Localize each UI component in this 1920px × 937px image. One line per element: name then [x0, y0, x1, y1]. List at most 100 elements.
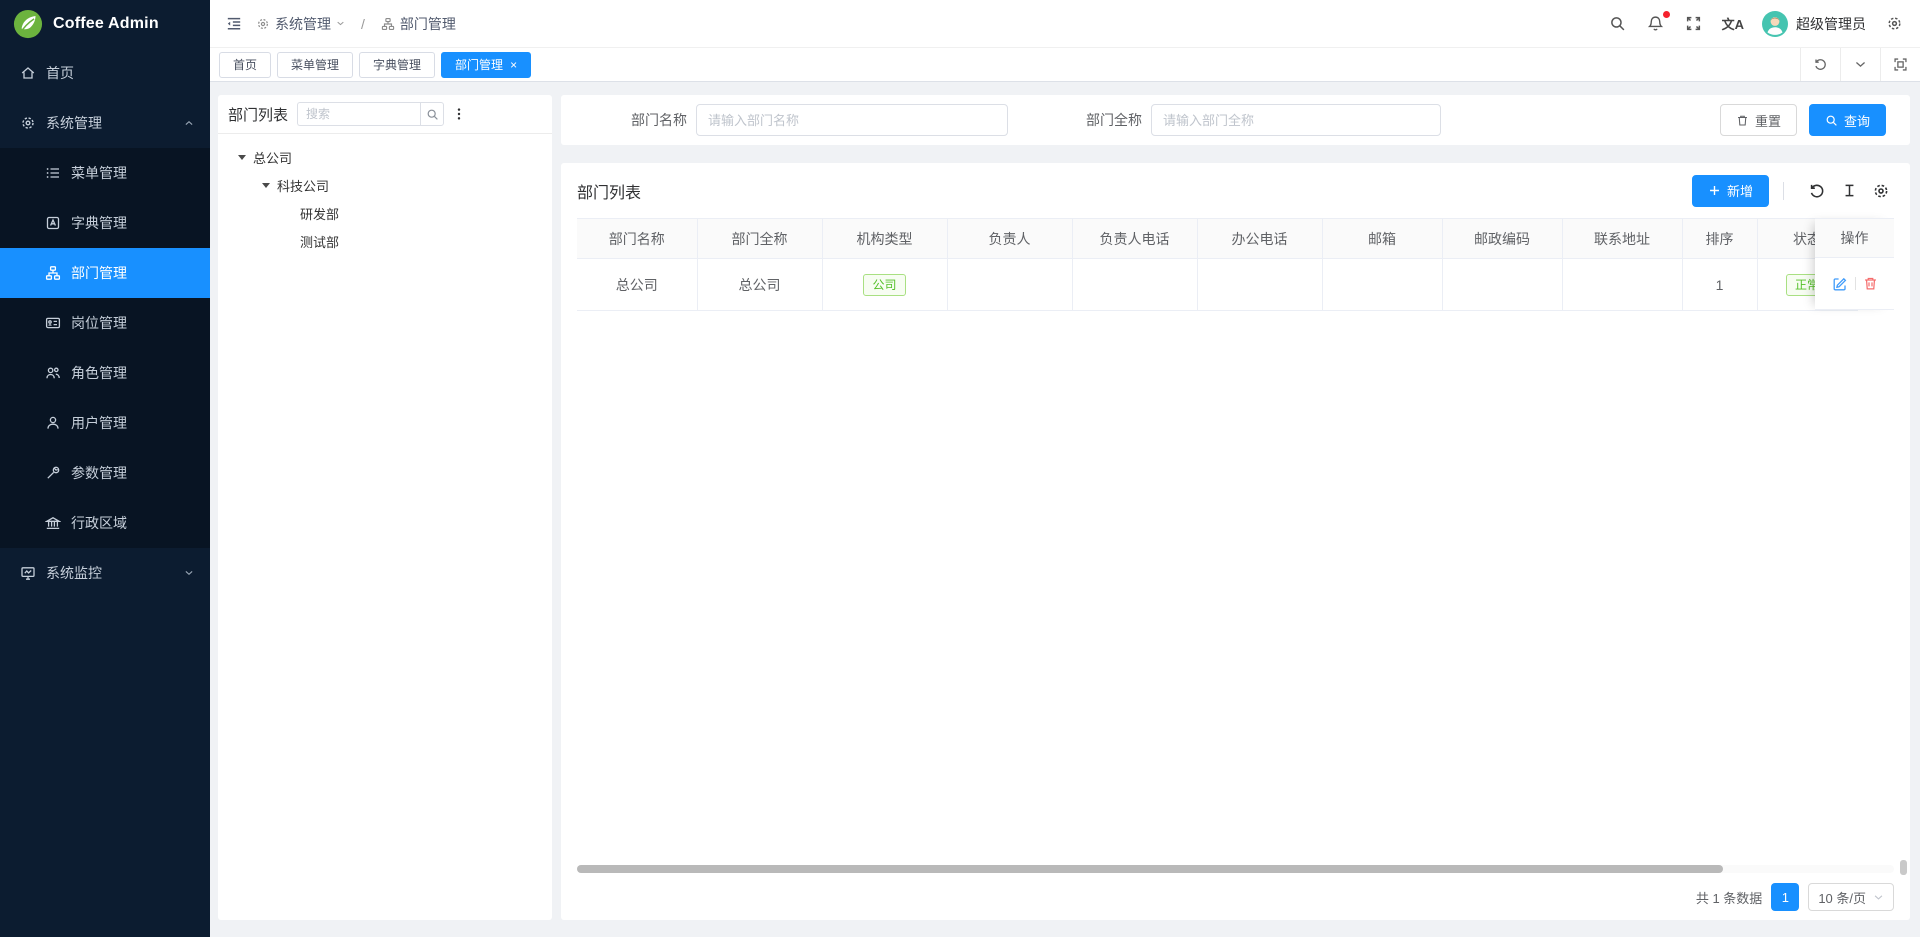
- wrench-icon: [45, 465, 61, 481]
- edit-icon[interactable]: [1832, 276, 1848, 292]
- chevron-down-icon[interactable]: [1840, 48, 1880, 81]
- sidebar-item-dept-mgmt[interactable]: 部门管理: [0, 248, 210, 298]
- sidebar-item-region[interactable]: 行政区域: [0, 498, 210, 548]
- sidebar-item-label: 角色管理: [71, 363, 127, 383]
- sidebar-item-user-mgmt[interactable]: 用户管理: [0, 398, 210, 448]
- delete-icon[interactable]: [1863, 276, 1878, 291]
- scrollbar-thumb[interactable]: [577, 865, 1723, 873]
- sidebar-item-label: 系统监控: [46, 563, 102, 583]
- bell-icon[interactable]: [1646, 14, 1666, 34]
- sidebar-item-label: 菜单管理: [71, 163, 127, 183]
- sidebar-item-label: 用户管理: [71, 413, 127, 433]
- trash-icon: [1736, 114, 1749, 127]
- home-icon: [20, 65, 36, 81]
- chevron-down-icon: [1873, 892, 1884, 903]
- sidebar-item-post-mgmt[interactable]: 岗位管理: [0, 298, 210, 348]
- tree-node[interactable]: 总公司: [218, 143, 552, 171]
- sidebar-item-role-mgmt[interactable]: 角色管理: [0, 348, 210, 398]
- vertical-scrollbar-thumb[interactable]: [1900, 860, 1907, 875]
- pagination-total: 共 1 条数据: [1696, 888, 1762, 907]
- breadcrumb-current[interactable]: 部门管理: [381, 14, 456, 34]
- fullscreen-icon[interactable]: [1684, 14, 1704, 34]
- sidebar-item-label: 岗位管理: [71, 313, 127, 333]
- cell-leader-phone: [1072, 259, 1197, 311]
- cell-email: [1322, 259, 1442, 311]
- add-button[interactable]: 新增: [1692, 175, 1769, 207]
- sidebar-submenu-system: 菜单管理 字典管理 部门管理 岗位管理 角色管理 用户管理 参数管理 行政区域: [0, 148, 210, 548]
- table-row: 总公司 总公司 公司 1 正常: [577, 259, 1857, 311]
- caret-down-icon[interactable]: [262, 183, 270, 188]
- sidebar-item-monitor[interactable]: 系统监控: [0, 548, 210, 598]
- tab-dict-mgmt[interactable]: 字典管理: [359, 52, 435, 78]
- breadcrumb-parent[interactable]: 系统管理: [256, 14, 345, 34]
- tab-dept-mgmt[interactable]: 部门管理 ×: [441, 52, 531, 78]
- dept-table: 部门名称 部门全称 机构类型 负责人 负责人电话 办公电话 邮箱 邮政编码 联系…: [577, 218, 1894, 311]
- dept-fullname-label: 部门全称: [1072, 110, 1142, 130]
- reset-button[interactable]: 重置: [1720, 104, 1797, 136]
- dept-tree: 总公司 科技公司 研发部 测试部: [218, 134, 552, 255]
- org-type-tag: 公司: [863, 274, 905, 296]
- tree-search-button[interactable]: [420, 102, 444, 126]
- refresh-icon[interactable]: [1800, 48, 1840, 81]
- horizontal-scrollbar: [577, 865, 1894, 873]
- gear-icon[interactable]: [1884, 14, 1904, 34]
- tab-menu-mgmt[interactable]: 菜单管理: [277, 52, 353, 78]
- caret-down-icon[interactable]: [238, 155, 246, 160]
- tree-node[interactable]: 科技公司: [218, 171, 552, 199]
- sidebar: Coffee Admin 首页 系统管理 菜单管理 字典管理 部门管理 岗位管理…: [0, 0, 210, 937]
- sidebar-item-label: 行政区域: [71, 513, 127, 533]
- menu-fold-icon[interactable]: [224, 14, 244, 34]
- sidebar-item-label: 字典管理: [71, 213, 127, 233]
- sidebar-item-menu-mgmt[interactable]: 菜单管理: [0, 148, 210, 198]
- col-header: 部门名称: [577, 219, 697, 259]
- col-header: 办公电话: [1197, 219, 1322, 259]
- fixed-operation-column: 操作: [1815, 218, 1894, 310]
- user-menu[interactable]: 超级管理员: [1762, 11, 1866, 37]
- kebab-menu-icon[interactable]: [452, 107, 466, 121]
- cell-office-phone: [1197, 259, 1322, 311]
- cell-address: [1562, 259, 1682, 311]
- sidebar-item-param-mgmt[interactable]: 参数管理: [0, 448, 210, 498]
- col-header: 邮政编码: [1442, 219, 1562, 259]
- sidebar-item-label: 部门管理: [71, 263, 127, 283]
- maximize-icon[interactable]: [1880, 48, 1920, 81]
- dept-fullname-input[interactable]: [1151, 104, 1441, 136]
- cell-sort: 1: [1682, 259, 1757, 311]
- tree-search-input[interactable]: [297, 102, 420, 126]
- col-header: 部门全称: [697, 219, 822, 259]
- roles-icon: [45, 365, 61, 381]
- monitor-icon: [20, 565, 36, 581]
- col-header: 负责人电话: [1072, 219, 1197, 259]
- username: 超级管理员: [1796, 14, 1866, 34]
- user-icon: [45, 415, 61, 431]
- sidebar-item-label: 参数管理: [71, 463, 127, 483]
- tree-node[interactable]: 测试部: [218, 227, 552, 255]
- tree-node[interactable]: 研发部: [218, 199, 552, 227]
- org-chart-icon: [45, 265, 61, 281]
- dept-name-input[interactable]: [696, 104, 1008, 136]
- row-height-icon[interactable]: [1836, 178, 1862, 204]
- avatar: [1762, 11, 1788, 37]
- cell-postcode: [1442, 259, 1562, 311]
- search-icon[interactable]: [1608, 14, 1628, 34]
- translate-icon[interactable]: 文A: [1722, 14, 1744, 33]
- sidebar-item-system[interactable]: 系统管理: [0, 98, 210, 148]
- plus-icon: [1708, 184, 1721, 197]
- page-button-1[interactable]: 1: [1771, 883, 1799, 911]
- page-size-select[interactable]: 10 条/页: [1808, 883, 1894, 911]
- divider: [1855, 277, 1856, 290]
- gear-icon[interactable]: [1868, 178, 1894, 204]
- gear-icon: [256, 17, 270, 31]
- sidebar-item-home[interactable]: 首页: [0, 48, 210, 98]
- sidebar-item-dict-mgmt[interactable]: 字典管理: [0, 198, 210, 248]
- close-icon[interactable]: ×: [510, 59, 517, 71]
- search-button[interactable]: 查询: [1809, 104, 1886, 136]
- breadcrumb-separator: /: [361, 16, 365, 32]
- cell-org-type: 公司: [822, 259, 947, 311]
- app-logo[interactable]: Coffee Admin: [0, 0, 210, 48]
- table-header-row: 部门名称 部门全称 机构类型 负责人 负责人电话 办公电话 邮箱 邮政编码 联系…: [577, 219, 1857, 259]
- tab-bar: 首页 菜单管理 字典管理 部门管理 ×: [210, 48, 1920, 82]
- refresh-icon[interactable]: [1804, 178, 1830, 204]
- tab-home[interactable]: 首页: [219, 52, 271, 78]
- top-header: 系统管理 / 部门管理 文A 超级管理员: [210, 0, 1920, 48]
